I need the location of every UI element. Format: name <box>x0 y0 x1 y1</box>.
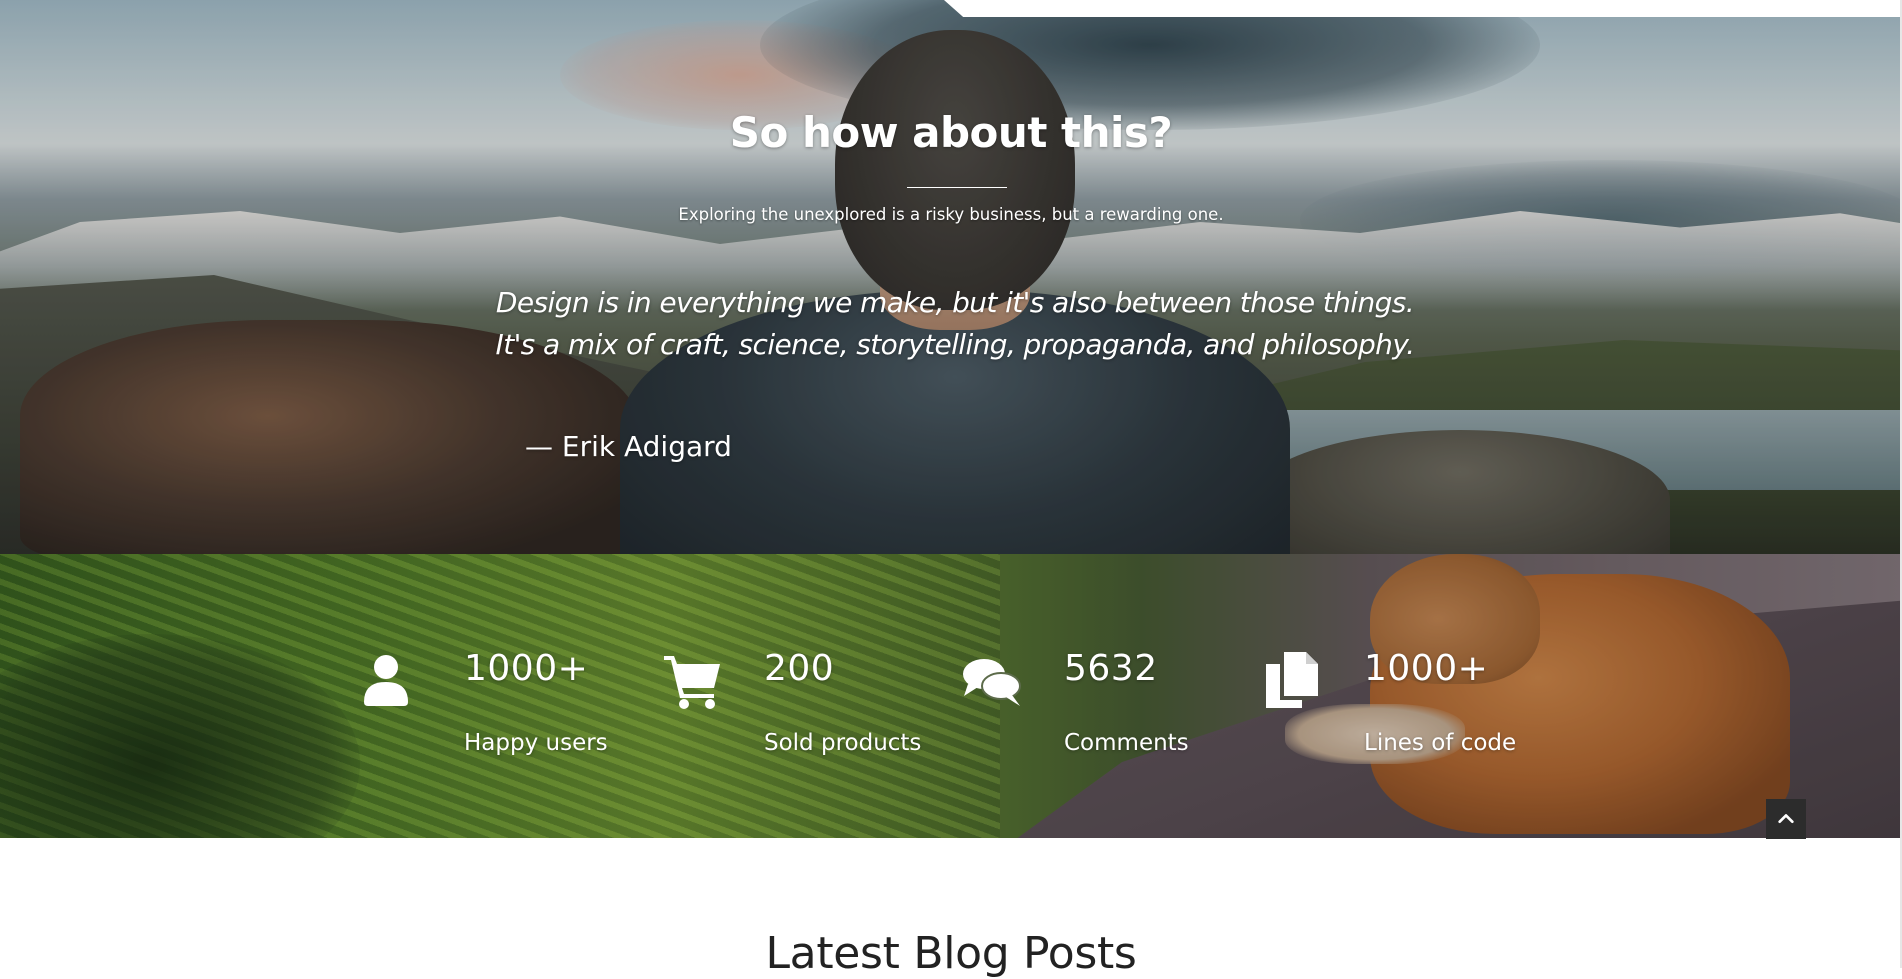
hero-section <box>0 0 1902 554</box>
stat-sold-products: 200 Sold products <box>662 638 962 768</box>
hero-title: So how about this? <box>729 108 1173 157</box>
top-notch-shape <box>944 0 1902 17</box>
stat-value: 5632 <box>1064 648 1158 689</box>
shopping-cart-icon <box>662 650 722 710</box>
quote-line: Design is in everything we make, but it'… <box>495 286 1415 319</box>
stat-label: Happy users <box>464 730 608 756</box>
hero-divider <box>907 187 1007 188</box>
copy-files-icon <box>1262 650 1322 710</box>
stat-label: Lines of code <box>1364 730 1517 756</box>
stat-value: 1000+ <box>464 648 589 689</box>
stat-happy-users: 1000+ Happy users <box>362 638 662 768</box>
stat-label: Sold products <box>764 730 922 756</box>
scroll-to-top-button[interactable] <box>1766 799 1806 839</box>
chevron-up-icon <box>1778 814 1794 824</box>
hero-subtitle: Exploring the unexplored is a risky busi… <box>678 205 1224 224</box>
hero-overlay <box>0 0 1902 554</box>
stat-comments: 5632 Comments <box>962 638 1262 768</box>
user-icon <box>362 650 422 710</box>
stat-lines-of-code: 1000+ Lines of code <box>1262 638 1562 768</box>
blog-section-title: Latest Blog Posts <box>765 928 1137 979</box>
stat-label: Comments <box>1064 730 1189 756</box>
quote-author: — Erik Adigard <box>525 430 732 463</box>
stat-value: 200 <box>764 648 835 689</box>
quote-line: It's a mix of craft, science, storytelli… <box>495 328 1415 361</box>
stat-value: 1000+ <box>1364 648 1489 689</box>
comments-icon <box>962 650 1022 710</box>
quote: Design is in everything we make, but it'… <box>440 282 1470 366</box>
